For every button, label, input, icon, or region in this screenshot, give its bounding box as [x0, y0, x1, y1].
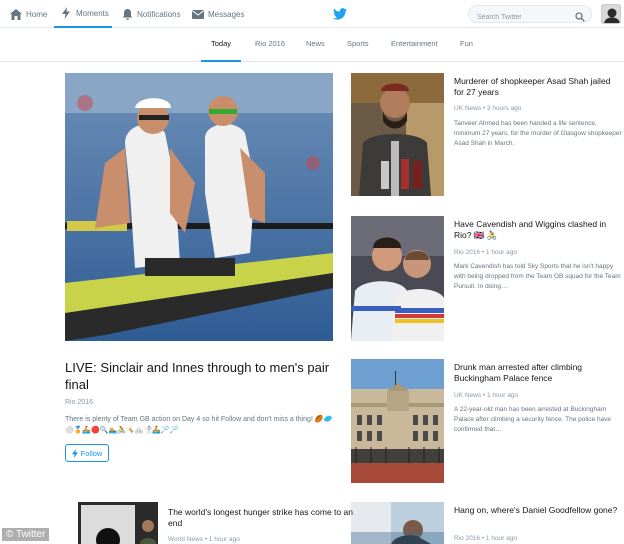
- story-thumbnail: [351, 216, 444, 341]
- nav-home[interactable]: Home: [10, 0, 47, 28]
- top-navigation: Home Moments Notifications Messages: [0, 0, 624, 28]
- story-card[interactable]: Hang on, where's Daniel Goodfellow gone?…: [351, 502, 621, 544]
- nav-notifications[interactable]: Notifications: [121, 0, 181, 28]
- hero-title[interactable]: LIVE: Sinclair and Innes through to men'…: [65, 359, 340, 393]
- tab-sports[interactable]: Sports: [347, 28, 369, 62]
- story-source: World News • 1 hour ago: [168, 536, 240, 543]
- story-thumbnail: [351, 502, 444, 544]
- hero-source: Rio 2016: [65, 399, 94, 406]
- search-input[interactable]: [469, 9, 569, 26]
- bell-icon: [121, 8, 133, 20]
- hero-description-text: There is plenty of Team GB action on Day…: [65, 416, 313, 423]
- story-title[interactable]: Hang on, where's Daniel Goodfellow gone?: [454, 505, 622, 516]
- tab-news[interactable]: News: [306, 28, 325, 62]
- story-description: A 22-year-old man has been arrested at B…: [454, 406, 612, 433]
- tab-entertainment[interactable]: Entertainment: [391, 28, 438, 62]
- nav-messages[interactable]: Messages: [192, 0, 244, 28]
- lightning-icon: [71, 448, 78, 458]
- nav-messages-label: Messages: [208, 9, 245, 19]
- nav-notifications-label: Notifications: [137, 9, 181, 19]
- story-source: UK News • 3 hours ago: [454, 105, 522, 112]
- follow-button[interactable]: Follow: [65, 444, 109, 462]
- twitter-bird-icon[interactable]: [333, 7, 347, 20]
- home-icon: [10, 8, 22, 20]
- story-source: Rio 2016 • 1 hour ago: [454, 535, 517, 542]
- nav-moments-label: Moments: [76, 8, 109, 18]
- envelope-icon: [192, 8, 204, 20]
- lightning-icon: [60, 7, 72, 19]
- story-title[interactable]: Murderer of shopkeeper Asad Shah jailed …: [454, 76, 622, 98]
- story-card[interactable]: Murderer of shopkeeper Asad Shah jailed …: [351, 73, 622, 196]
- story-title[interactable]: Drunk man arrested after climbing Buckin…: [454, 362, 622, 384]
- story-thumbnail: [351, 359, 444, 483]
- story-card[interactable]: Have Cavendish and Wiggins clashed in Ri…: [351, 216, 621, 341]
- tab-rio-2016[interactable]: Rio 2016: [255, 28, 285, 62]
- follow-label: Follow: [80, 448, 103, 458]
- nav-home-label: Home: [26, 9, 48, 19]
- story-source: UK News • 1 hour ago: [454, 392, 519, 399]
- category-tabs: Today Rio 2016 News Sports Entertainment…: [0, 28, 624, 62]
- story-thumbnail: [78, 502, 158, 544]
- story-thumbnail: [351, 73, 444, 196]
- story-description: Mark Cavendish has told Sky Sports that …: [454, 263, 621, 290]
- hero-description: There is plenty of Team GB action on Day…: [65, 414, 335, 436]
- search-icon[interactable]: [575, 9, 585, 22]
- watermark: © Twitter: [2, 528, 50, 541]
- user-avatar[interactable]: [601, 4, 621, 24]
- story-source: Rio 2016 • 1 hour ago: [454, 249, 517, 256]
- tab-today[interactable]: Today: [201, 28, 242, 62]
- story-title[interactable]: Have Cavendish and Wiggins clashed in Ri…: [454, 219, 622, 241]
- story-description: Tanveer Ahmed has been handed a life sen…: [454, 120, 622, 147]
- tab-fun[interactable]: Fun: [460, 28, 473, 62]
- story-card[interactable]: Drunk man arrested after climbing Buckin…: [351, 359, 621, 483]
- story-card[interactable]: The world's longest hunger strike has co…: [78, 502, 353, 544]
- story-title[interactable]: The world's longest hunger strike has co…: [168, 507, 353, 529]
- nav-moments[interactable]: Moments: [54, 0, 112, 28]
- hero-image-rowers[interactable]: [65, 73, 333, 341]
- search-box[interactable]: [468, 5, 592, 26]
